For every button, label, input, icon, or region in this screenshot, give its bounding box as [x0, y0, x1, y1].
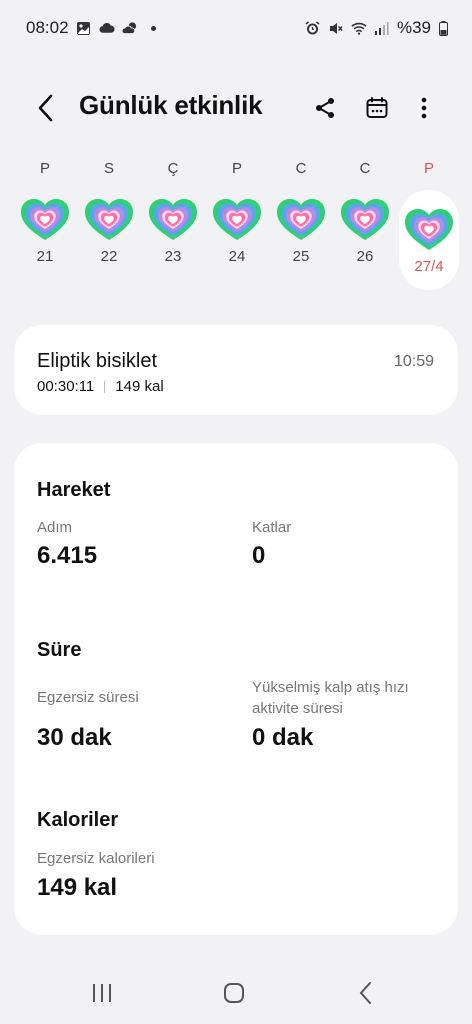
- day-letter: P: [231, 160, 242, 177]
- status-bar: 08:02 %39: [0, 0, 472, 56]
- day-number: 27/4: [414, 258, 444, 275]
- floors-value: 0: [252, 542, 266, 569]
- day-letter: C: [359, 160, 371, 177]
- exercise-duration-label: Egzersiz süresi: [37, 689, 139, 706]
- mute-icon: [328, 20, 344, 36]
- back-nav-icon: [359, 982, 371, 1004]
- activity-card[interactable]: Eliptik bisiklet 10:59 00:30:11 149 kal: [14, 325, 458, 415]
- exercise-calories-value: 149 kal: [37, 874, 118, 901]
- day-number: 24: [228, 248, 246, 265]
- activity-heart-icon: [149, 199, 197, 240]
- day-21[interactable]: P 21: [15, 150, 75, 290]
- share-button[interactable]: [307, 90, 343, 126]
- day-number: 26: [356, 248, 374, 265]
- cloud-icon: [99, 20, 115, 36]
- elevated-hr-value: 0 dak: [252, 724, 314, 751]
- stats-card: Hareket Adım 6.415 Katlar 0 Süre Egzersi…: [14, 443, 458, 935]
- day-27-4[interactable]: P 27/4: [399, 160, 459, 290]
- floors-label: Katlar: [252, 519, 292, 536]
- day-number: 25: [292, 248, 310, 265]
- activity-heart-icon: [21, 199, 69, 240]
- home-button[interactable]: [214, 976, 254, 1010]
- day-letter: C: [295, 160, 307, 177]
- activity-heart-icon: [85, 199, 133, 240]
- activity-time: 10:59: [393, 353, 434, 370]
- signal-icon: [374, 20, 390, 36]
- alarm-icon: [305, 20, 321, 36]
- calendar-icon: [366, 97, 388, 118]
- weather-icon: [121, 20, 138, 36]
- movement-title: Hareket: [37, 479, 111, 501]
- activity-heart-icon: [277, 199, 325, 240]
- activity-heart-icon: [341, 199, 389, 240]
- wifi-icon: [351, 20, 367, 36]
- day-number: 21: [36, 248, 54, 265]
- separator: [104, 380, 106, 393]
- exercise-calories-label: Egzersiz kalorileri: [37, 850, 155, 867]
- app-header: Günlük etkinlik: [0, 78, 472, 136]
- steps-value: 6.415: [37, 542, 98, 569]
- activity-heart-icon: [213, 199, 261, 240]
- day-23[interactable]: Ç 23: [143, 150, 203, 290]
- day-number: 23: [164, 248, 182, 265]
- status-time: 08:02: [26, 18, 69, 37]
- activity-duration: 00:30:11: [37, 378, 95, 395]
- day-22[interactable]: S 22: [79, 150, 139, 290]
- nav-back-button[interactable]: [346, 976, 386, 1010]
- gallery-icon: [76, 20, 92, 36]
- activity-summary: 00:30:11 149 kal: [37, 378, 164, 395]
- more-options-button[interactable]: [406, 90, 442, 126]
- calendar-button[interactable]: [359, 90, 395, 126]
- elevated-hr-label-line1: Yükselmiş kalp atış hızı: [252, 679, 409, 696]
- calories-title: Kaloriler: [37, 809, 119, 831]
- more-icon: [421, 97, 427, 119]
- day-letter: Ç: [167, 160, 179, 177]
- battery-icon: [438, 20, 448, 36]
- day-25[interactable]: C 25: [271, 150, 331, 290]
- recents-button[interactable]: [82, 976, 122, 1010]
- battery-percent: %39: [396, 18, 431, 37]
- page-title: Günlük etkinlik: [79, 90, 263, 120]
- day-letter: S: [103, 160, 114, 177]
- elevated-hr-label-line2: aktivite süresi: [252, 700, 343, 717]
- elevated-hr-label: Yükselmiş kalp atış hızı aktivite süresi: [252, 677, 409, 719]
- exercise-duration-value: 30 dak: [37, 724, 112, 751]
- recents-icon: [93, 984, 111, 1002]
- back-button[interactable]: [28, 90, 64, 126]
- day-number: 22: [100, 248, 118, 265]
- system-nav-bar: [0, 960, 472, 1024]
- day-24[interactable]: P 24: [207, 150, 267, 290]
- activity-heart-icon: [405, 209, 453, 250]
- home-icon: [224, 983, 244, 1003]
- status-left: 08:02: [26, 18, 156, 38]
- duration-title: Süre: [37, 639, 82, 661]
- steps-label: Adım: [37, 519, 73, 536]
- day-letter: P: [39, 160, 50, 177]
- dot-icon: [150, 25, 156, 31]
- day-letter: P: [423, 160, 434, 177]
- activity-calories: 149 kal: [115, 378, 164, 395]
- activity-name: Eliptik bisiklet: [37, 350, 158, 372]
- back-arrow-icon: [38, 94, 53, 122]
- share-icon: [316, 98, 334, 118]
- status-right: %39: [305, 18, 448, 38]
- week-strip: P 21 S 22 Ç 23 P 24 C 25 C 26 P 27/4: [12, 150, 464, 290]
- day-26[interactable]: C 26: [335, 150, 395, 290]
